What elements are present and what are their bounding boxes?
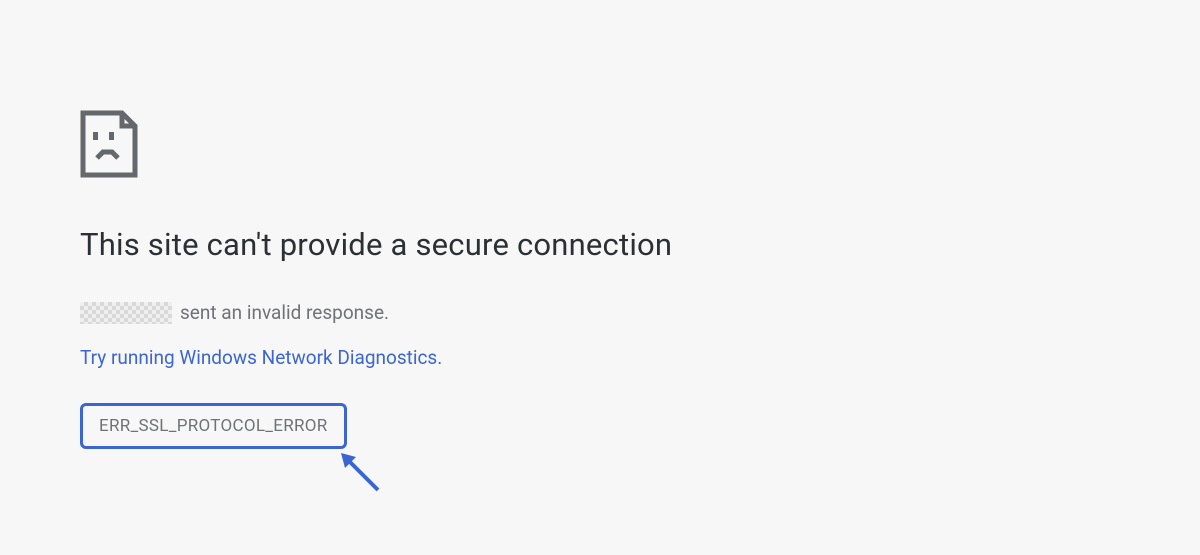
annotation-arrow-icon <box>338 450 388 504</box>
error-code: ERR_SSL_PROTOCOL_ERROR <box>80 403 347 449</box>
error-page: This site can't provide a secure connect… <box>0 0 900 449</box>
sad-page-icon <box>80 110 900 178</box>
redacted-hostname <box>80 302 172 324</box>
error-message: sent an invalid response. <box>80 301 900 324</box>
error-title: This site can't provide a secure connect… <box>80 226 900 263</box>
error-message-text: sent an invalid response. <box>180 301 389 324</box>
diagnostics-link[interactable]: Try running Windows Network Diagnostics. <box>80 346 442 369</box>
